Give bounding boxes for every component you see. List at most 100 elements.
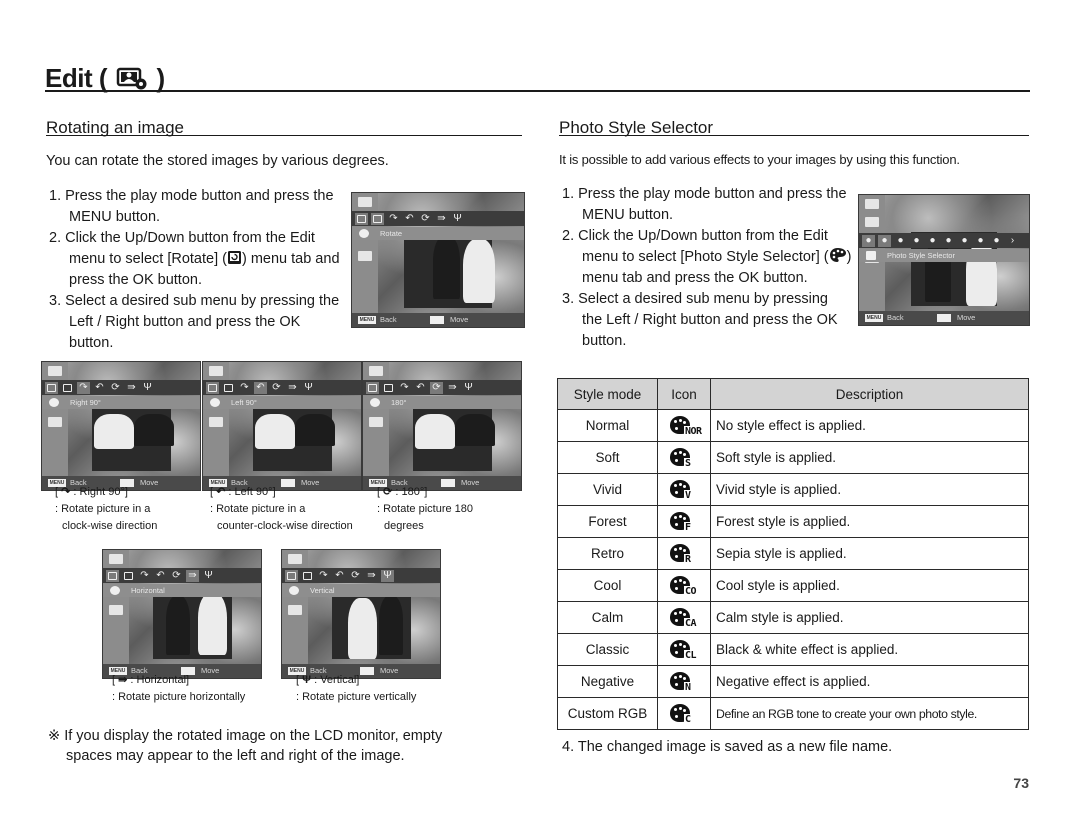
table-row: Normal NOR No style effect is applied. xyxy=(557,409,1029,442)
option-desc-1: : Rotate picture in a xyxy=(55,503,151,515)
table-row: Soft S Soft style is applied. xyxy=(557,441,1029,474)
flip-vertical-icon: Ψ xyxy=(302,674,312,686)
option-desc-1: : Rotate picture vertically xyxy=(296,691,417,703)
page-title-text: Edit ( xyxy=(45,63,108,93)
screen-tabbar: ↷ ↶ ⟳ ⇛ Ψ xyxy=(352,211,524,226)
table-row: Calm CA Calm style is applied. xyxy=(557,601,1029,634)
style-mode-cell: Soft xyxy=(557,441,658,474)
style-step-3: 3. Select a desired sub menu by pressing… xyxy=(562,291,838,349)
rotate-180-icon: ⟳ xyxy=(383,486,393,498)
option-name: Vertical xyxy=(320,674,357,686)
option-title: [ ⟳ : 180°] xyxy=(377,486,428,498)
style-calm-icon: CA xyxy=(667,607,701,629)
move-label: Move xyxy=(450,315,469,324)
option-name: Right 90° xyxy=(79,486,125,498)
table-row: Forest F Forest style is applied. xyxy=(557,505,1029,538)
back-label: Back xyxy=(380,315,397,324)
style-mode-table: Style mode Icon Description Normal NOR N… xyxy=(557,378,1029,730)
style-soft-icon: S xyxy=(667,447,701,469)
table-row: Custom RGB C Define an RGB tone to creat… xyxy=(557,697,1029,730)
description-cell: Negative effect is applied. xyxy=(710,665,1029,698)
dpad-icon xyxy=(937,314,951,322)
style-step-1: 1. Press the play mode button and press … xyxy=(562,186,847,223)
rotate-option-caption: [ Ψ : Vertical] : Rotate picture vertica… xyxy=(296,672,416,706)
rotate-option-caption: [ ↶ : Left 90°] : Rotate picture in a co… xyxy=(210,484,353,535)
rotate-steps: 1. Press the play mode button and press … xyxy=(49,186,345,354)
rotate-option-caption: [ ⟳ : 180°] : Rotate picture 180 degrees xyxy=(377,484,473,535)
style-vivid-icon: V xyxy=(667,479,701,501)
rotate-intro: You can rotate the stored images by vari… xyxy=(46,153,389,169)
page-title-close: ) xyxy=(156,63,165,93)
style-retro-icon: R xyxy=(667,543,701,565)
style-forest-icon: F xyxy=(667,511,701,533)
option-title: [ ⇛ : Horizontal] xyxy=(112,674,190,686)
description-cell: Black & white effect is applied. xyxy=(710,633,1029,666)
page-number: 73 xyxy=(1013,775,1029,791)
table-row: Classic CL Black & white effect is appli… xyxy=(557,633,1029,666)
table-row: Cool CO Cool style is applied. xyxy=(557,569,1029,602)
rotate-icon xyxy=(227,251,241,264)
description-cell: Cool style is applied. xyxy=(710,569,1029,602)
rotate-option-caption: [ ↷ : Right 90°] : Rotate picture in a c… xyxy=(55,484,157,535)
style-mode-cell: Forest xyxy=(557,505,658,538)
rotate-menu-screen: ↷ ↶ ⟳ ⇛ Ψ Rotate MENU Back Move xyxy=(351,192,525,328)
flip-horizontal-icon: ⇛ xyxy=(118,674,128,686)
style-mode-cell: Classic xyxy=(557,633,658,666)
header-description: Description xyxy=(710,378,1029,410)
table-row: Retro R Sepia style is applied. xyxy=(557,537,1029,570)
rotate-option-caption: [ ⇛ : Horizontal] : Rotate picture horiz… xyxy=(112,672,245,706)
menu-key: MENU xyxy=(865,314,883,322)
style-mode-cell: Vivid xyxy=(557,473,658,506)
description-cell: Sepia style is applied. xyxy=(710,537,1029,570)
option-desc-1: : Rotate picture in a xyxy=(210,503,306,515)
screen-label: Horizontal xyxy=(131,586,165,595)
style-classic-icon: CL xyxy=(667,639,701,661)
description-cell: Soft style is applied. xyxy=(710,441,1029,474)
style-mode-cell: Cool xyxy=(557,569,658,602)
style-step-2-text-a: 2. Click the Up/Down button from the Edi… xyxy=(562,228,829,265)
option-title: [ ↷ : Right 90°] xyxy=(55,486,128,498)
option-name: 180° xyxy=(401,486,425,498)
menu-key: MENU xyxy=(358,316,376,324)
note-mark-icon: ※ xyxy=(48,728,61,744)
table-row: Vivid V Vivid style is applied. xyxy=(557,473,1029,506)
rotate-heading-rule xyxy=(46,135,522,136)
style-steps: 1. Press the play mode button and press … xyxy=(562,184,852,352)
header-style-mode: Style mode xyxy=(557,378,658,410)
style-intro: It is possible to add various effects to… xyxy=(559,152,960,167)
description-cell: Define an RGB tone to create your own ph… xyxy=(710,697,1029,730)
style-negative-icon: N xyxy=(667,671,701,693)
option-desc-1: : Rotate picture horizontally xyxy=(112,691,246,703)
rotate-option-screen: ↷ ↶ ⟳ ⇛ Ψ 180° MENU Back Move xyxy=(362,361,522,491)
description-cell: No style effect is applied. xyxy=(710,409,1029,442)
dpad-icon xyxy=(430,316,444,324)
table-row: Negative N Negative effect is applied. xyxy=(557,665,1029,698)
option-title: [ ↶ : Left 90°] xyxy=(210,486,276,498)
edit-photo-icon xyxy=(116,67,147,90)
note-text: If you display the rotated image on the … xyxy=(64,728,443,764)
description-cell: Calm style is applied. xyxy=(710,601,1029,634)
description-cell: Vivid style is applied. xyxy=(710,473,1029,506)
style-mode-cell: Negative xyxy=(557,665,658,698)
rotate-left-icon: ↶ xyxy=(216,486,226,498)
screen-label: 180° xyxy=(391,398,407,407)
option-title: [ Ψ : Vertical] xyxy=(296,674,360,686)
style-mode-cell: Retro xyxy=(557,537,658,570)
option-name: Horizontal xyxy=(136,674,187,686)
back-label: Back xyxy=(887,313,904,322)
style-normal-icon: NOR xyxy=(667,415,703,437)
style-mode-cell: Custom RGB xyxy=(557,697,658,730)
option-desc-2: degrees xyxy=(384,520,424,532)
palette-icon xyxy=(829,248,846,262)
rotate-option-screen: ↷ ↶ ⟳ ⇛ Ψ Left 90° MENU Back Move xyxy=(202,361,362,491)
style-step-2: 2. Click the Up/Down button from the Edi… xyxy=(562,226,852,289)
option-desc-2: counter-clock-wise direction xyxy=(217,520,353,532)
style-mode-cell: Normal xyxy=(557,409,658,442)
rotate-option-screen: ↷ ↶ ⟳ ⇛ Ψ Right 90° MENU Back Move xyxy=(41,361,201,491)
style-cool-icon: CO xyxy=(667,575,701,597)
option-desc-2: clock-wise direction xyxy=(62,520,158,532)
move-label: Move xyxy=(957,313,976,322)
rotate-step-3: 3. Select a desired sub menu by pressing… xyxy=(49,293,340,351)
rotate-step-1: 1. Press the play mode button and press … xyxy=(49,188,334,225)
style-custom-rgb-icon: C xyxy=(667,703,701,725)
